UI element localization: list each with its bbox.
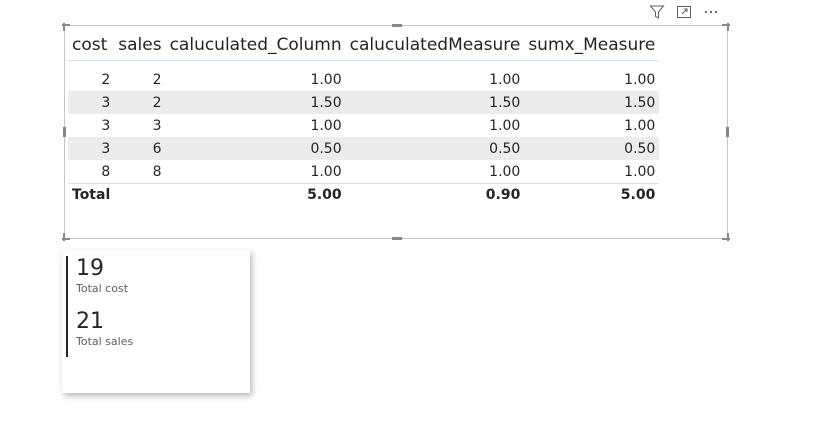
column-header-sales[interactable]: sales	[114, 30, 166, 61]
resize-handle-top-left-v[interactable]	[63, 23, 65, 31]
total-label: Total	[68, 183, 115, 206]
total-empty-sales	[114, 183, 166, 206]
cell-sumx-measure: 1.00	[624, 71, 656, 88]
total-sales-label: Total sales	[76, 335, 134, 348]
cell-sales: 8	[152, 163, 162, 180]
cell-calculated-column: 1.50	[165, 91, 346, 114]
table-total-row: Total 5.00 0.90 5.00	[68, 183, 660, 206]
cell-cost: 3	[101, 117, 111, 134]
card-body: 19 Total cost 21 Total sales	[66, 256, 236, 357]
resize-handle-right[interactable]	[726, 127, 729, 137]
filter-icon[interactable]	[648, 3, 666, 21]
visual-header	[648, 2, 730, 22]
resize-handle-bottom[interactable]	[392, 237, 402, 240]
focus-mode-icon[interactable]	[675, 3, 693, 21]
total-sales-value: 21	[76, 309, 104, 334]
column-header-calculated-column[interactable]: caluculated_Column	[165, 30, 346, 61]
table-row: 8 8 1.00 1.00 1.00	[68, 160, 659, 184]
total-calculated-column: 5.00	[165, 183, 346, 206]
cell-calculated-column: 0.50	[165, 137, 346, 160]
table-header-row: cost sales caluculated_Column caluculate…	[68, 30, 660, 61]
report-canvas: cost sales caluculated_Column caluculate…	[0, 0, 828, 430]
table-row: 3 6 0.50 0.50 0.50	[68, 137, 660, 160]
resize-handle-left[interactable]	[63, 127, 66, 137]
total-cost-value: 19	[76, 256, 104, 281]
table-spacer	[68, 61, 659, 69]
cell-cost: 2	[101, 71, 111, 88]
table-row: 3 3 1.00 1.00 1.00	[68, 114, 659, 137]
cell-sales: 3	[152, 117, 162, 134]
cell-calculated-column: 1.00	[310, 71, 342, 88]
cell-sales: 2	[152, 71, 162, 88]
table-row: 2 2 1.00 1.00 1.00	[68, 68, 659, 91]
column-header-calculated-measure[interactable]: caluculatedMeasure	[345, 30, 525, 61]
cell-calculated-column: 1.00	[310, 163, 342, 180]
column-header-cost[interactable]: cost	[68, 30, 115, 61]
resize-handle-bottom-right-v[interactable]	[727, 233, 729, 241]
total-sumx-measure: 5.00	[524, 183, 660, 206]
cell-sumx-measure: 1.00	[624, 163, 656, 180]
cell-calculated-measure: 1.50	[345, 91, 525, 114]
cell-cost: 3	[68, 91, 115, 114]
cell-calculated-measure: 1.00	[489, 163, 521, 180]
resize-handle-top[interactable]	[392, 24, 402, 27]
resize-handle-top-right-v[interactable]	[727, 23, 729, 31]
cell-sumx-measure: 0.50	[524, 137, 660, 160]
table-row: 3 2 1.50 1.50 1.50	[68, 91, 660, 114]
total-calculated-measure: 0.90	[345, 183, 525, 206]
resize-handle-bottom-left-v[interactable]	[63, 233, 65, 241]
column-header-sumx-measure[interactable]: sumx_Measure	[524, 30, 660, 61]
cell-sumx-measure: 1.50	[524, 91, 660, 114]
more-options-icon[interactable]	[702, 3, 720, 21]
cell-cost: 8	[101, 163, 111, 180]
table-visual[interactable]: cost sales caluculated_Column caluculate…	[62, 23, 730, 241]
cell-calculated-measure: 1.00	[489, 71, 521, 88]
data-table: cost sales caluculated_Column caluculate…	[68, 30, 660, 206]
cell-sales: 6	[114, 137, 166, 160]
cell-sumx-measure: 1.00	[624, 117, 656, 134]
cell-calculated-column: 1.00	[310, 117, 342, 134]
cell-cost: 3	[68, 137, 115, 160]
cell-calculated-measure: 0.50	[345, 137, 525, 160]
cell-calculated-measure: 1.00	[489, 117, 521, 134]
total-cost-label: Total cost	[76, 282, 129, 295]
multi-row-card[interactable]: 19 Total cost 21 Total sales	[62, 250, 250, 393]
cell-sales: 2	[114, 91, 166, 114]
